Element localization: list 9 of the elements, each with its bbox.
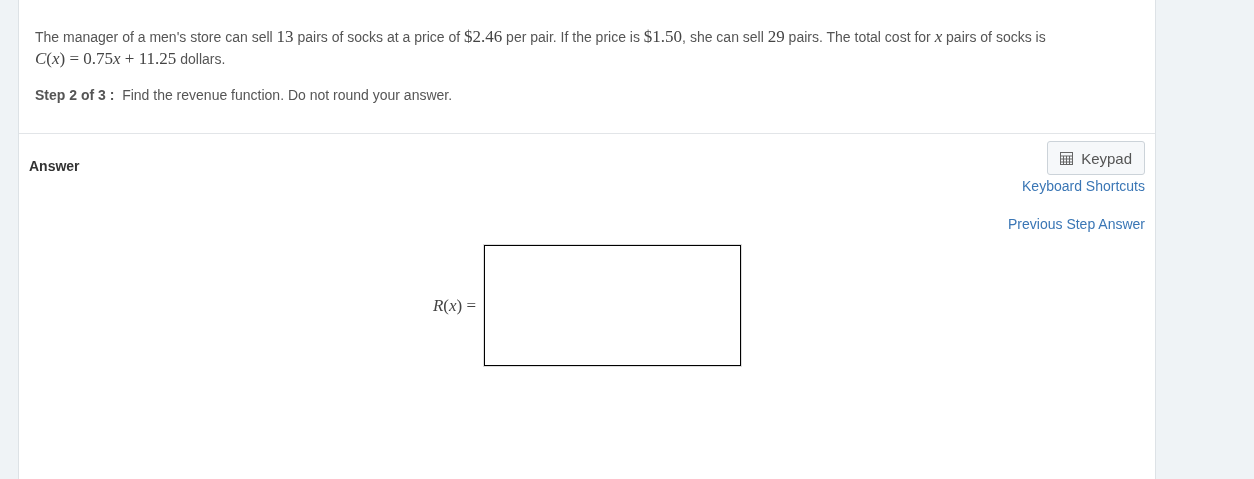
keypad-button[interactable]: Keypad (1047, 141, 1145, 175)
step-instruction: Step 2 of 3 : Find the revenue function. Do not round your answer. (35, 87, 454, 103)
question-text: The manager of a men's store can sell 13 pairs of socks at a price of $2.46 per pair. If the price is $1.50, she can sell 29 pairs. The total cost for x pairs of socks is C(x) = 0.75x + 11.25 dollars. (35, 26, 1047, 70)
answer-field[interactable] (484, 245, 742, 366)
equation-label: R(x) = (432, 295, 477, 316)
link[interactable]: Previous Step Answer (1008, 216, 1145, 232)
calculator-icon (1060, 151, 1074, 165)
link[interactable]: Keyboard Shortcuts (1022, 178, 1145, 194)
answer-heading: Answer (29, 158, 80, 174)
